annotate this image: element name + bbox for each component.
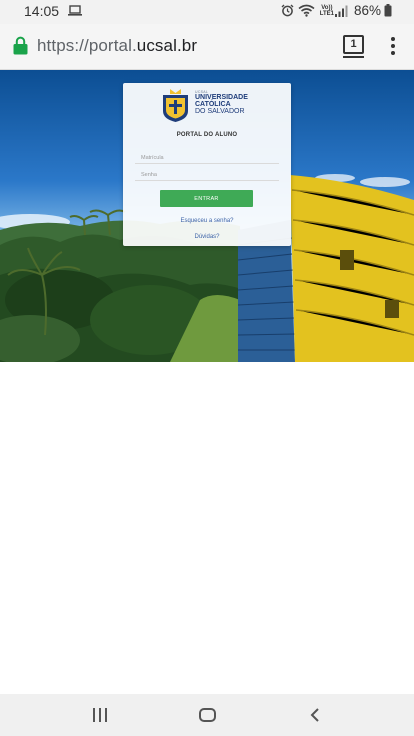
tabs-underline: [343, 56, 364, 58]
tab-count: 1: [343, 35, 364, 54]
laptop-icon: [68, 5, 82, 16]
enter-button[interactable]: ENTRAR: [160, 190, 253, 207]
alarm-icon: [281, 4, 294, 17]
volte-line2: LTE1: [319, 10, 334, 17]
signal-icon: [334, 5, 348, 17]
status-icons: Vo)) LTE1 86%: [281, 3, 392, 18]
url-address[interactable]: https://portal.ucsal.br: [37, 36, 197, 56]
forgot-password-link[interactable]: Esqueceu a senha?: [123, 218, 291, 224]
back-icon[interactable]: [309, 708, 321, 722]
lock-icon[interactable]: [13, 36, 28, 55]
status-bar: 14:05 Vo)) LTE1 86%: [0, 0, 414, 24]
more-menu-icon[interactable]: [384, 36, 400, 56]
recent-apps-icon[interactable]: [92, 708, 108, 722]
senha-input[interactable]: [135, 169, 279, 181]
logo-line3: DO SALVADOR: [195, 108, 245, 115]
volte-icon: Vo)) LTE1: [320, 5, 334, 17]
university-crest-icon: [163, 89, 188, 122]
matricula-input[interactable]: [135, 152, 279, 164]
volte-line1: Vo)): [321, 4, 333, 11]
status-time: 14:05: [24, 3, 60, 19]
url-domain: ucsal.br: [136, 36, 198, 55]
wifi-icon: [298, 4, 315, 17]
logo-line2: CATÓLICA: [195, 101, 231, 108]
help-link[interactable]: Dúvidas?: [123, 234, 291, 240]
tab-switcher-button[interactable]: 1: [343, 35, 364, 58]
url-prefix: https://portal.: [37, 36, 137, 55]
university-logo: UCSAL UNIVERSIDADE CATÓLICA DO SALVADOR: [161, 89, 261, 125]
android-nav-bar: [0, 694, 414, 736]
login-card: UCSAL UNIVERSIDADE CATÓLICA DO SALVADOR …: [123, 83, 291, 246]
logo-line1: UNIVERSIDADE: [195, 94, 248, 101]
battery-percent: 86%: [353, 3, 381, 18]
hero-background: UCSAL UNIVERSIDADE CATÓLICA DO SALVADOR …: [0, 70, 414, 362]
home-icon[interactable]: [199, 708, 216, 722]
browser-url-bar: https://portal.ucsal.br 1: [0, 24, 414, 70]
battery-icon: [384, 4, 392, 17]
portal-title: PORTAL DO ALUNO: [176, 132, 238, 138]
